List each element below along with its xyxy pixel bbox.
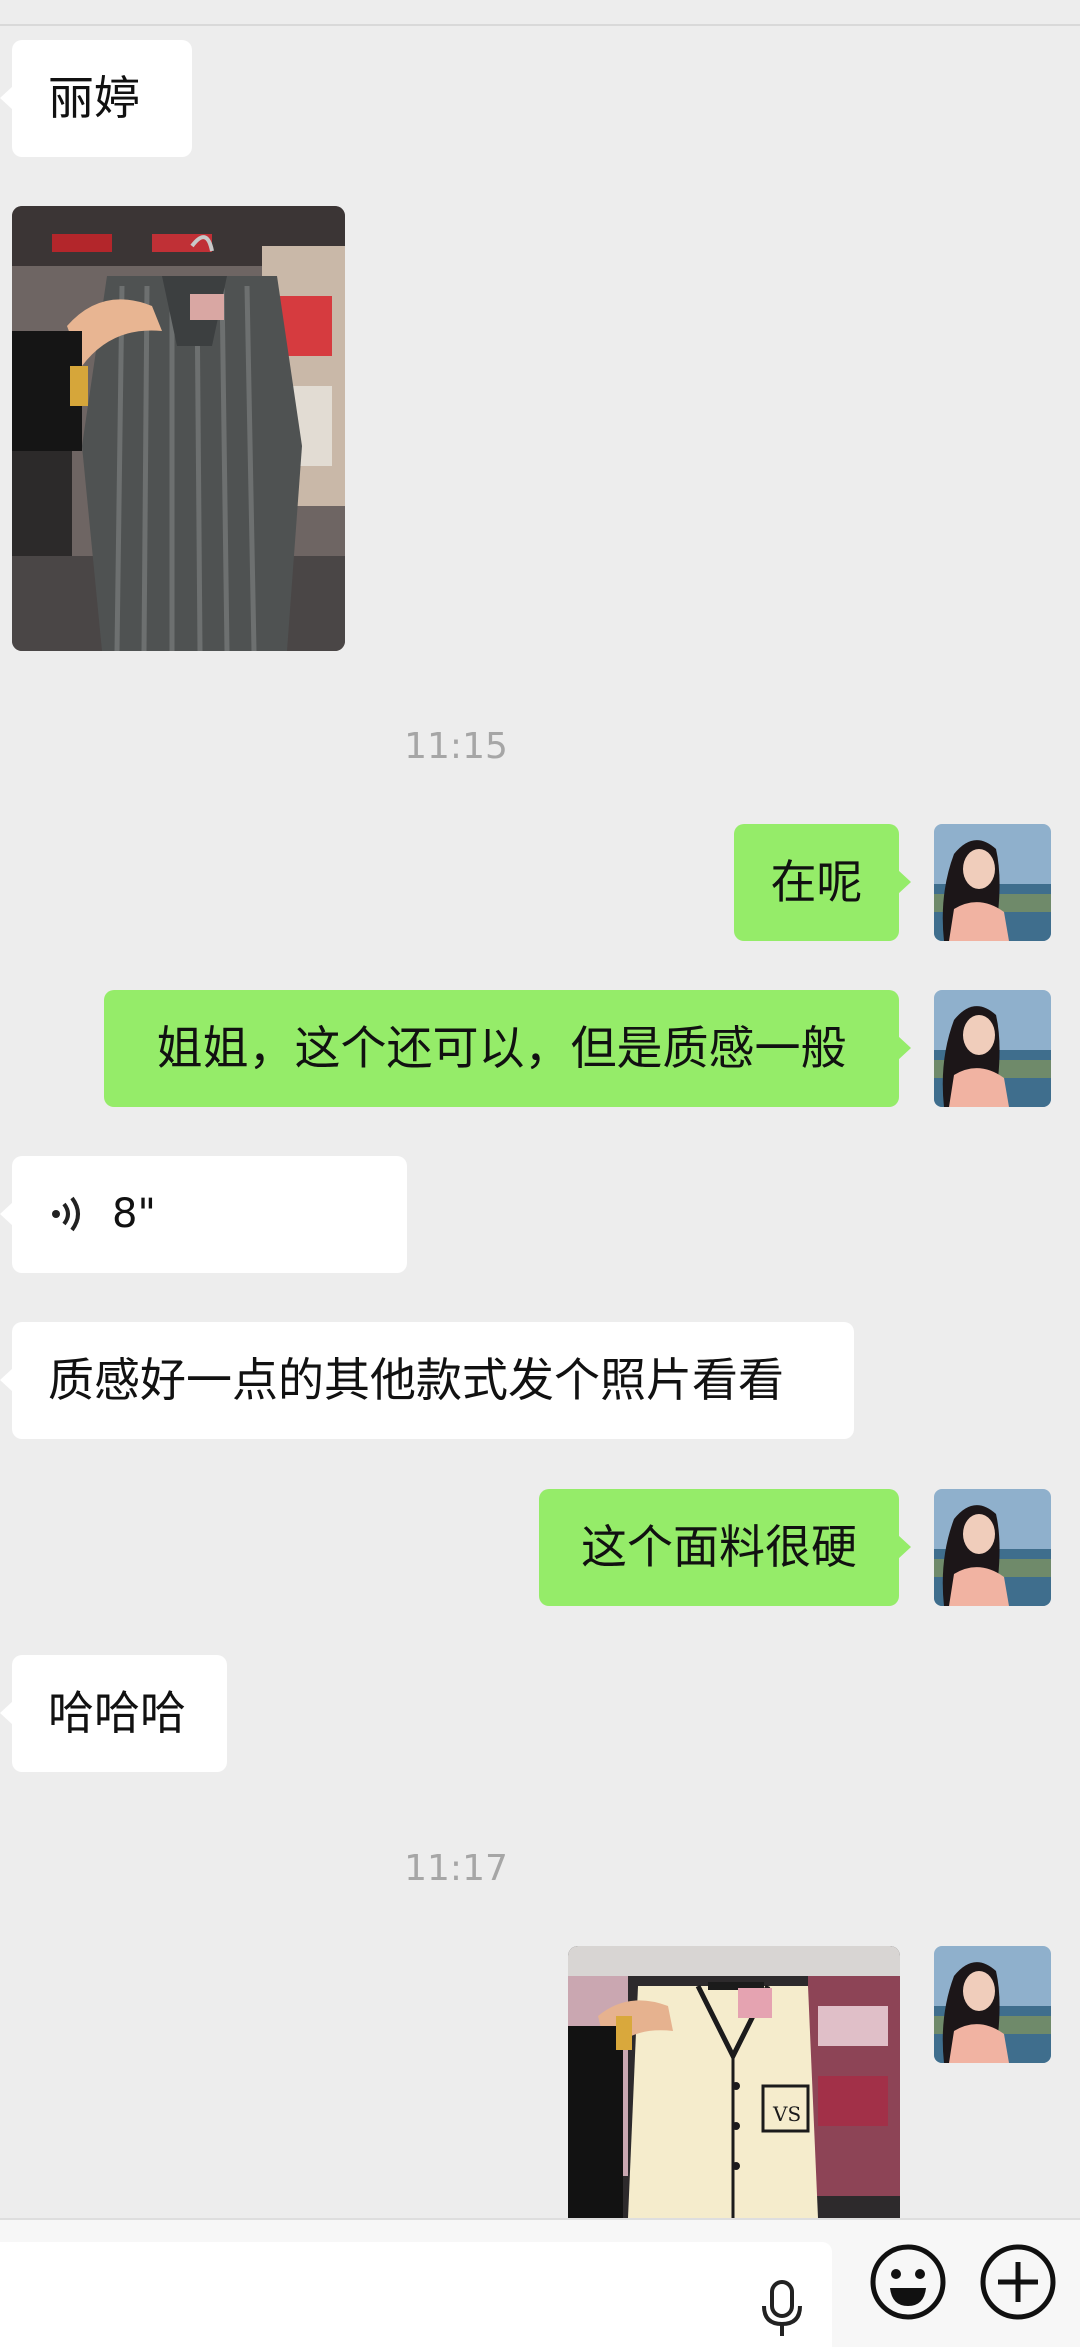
emoji-icon[interactable] xyxy=(868,2242,948,2322)
incoming-photo-message[interactable] xyxy=(12,206,345,651)
top-divider xyxy=(0,24,1080,26)
voice-wave-icon xyxy=(52,1196,80,1232)
incoming-message[interactable]: 哈哈哈 xyxy=(0,1655,227,1772)
user-avatar[interactable] xyxy=(934,1489,1051,1606)
outgoing-message[interactable]: 姐姐，这个还可以，但是质感一般 xyxy=(104,990,911,1107)
pajama-photo-image: VS xyxy=(568,1946,900,2218)
message-text: 在呢 xyxy=(770,855,863,909)
message-text: 姐姐，这个还可以，但是质感一般 xyxy=(156,1021,847,1075)
outgoing-message[interactable]: 在呢 xyxy=(734,824,911,941)
user-avatar[interactable] xyxy=(934,990,1051,1107)
outgoing-photo-message[interactable]: VS xyxy=(568,1946,900,2218)
plus-icon[interactable] xyxy=(978,2242,1058,2322)
message-text: 质感好一点的其他款式发个照片看看 xyxy=(48,1353,784,1407)
pajama-photo-image xyxy=(12,206,345,651)
voice-duration: 8" xyxy=(112,1191,156,1237)
user-avatar[interactable] xyxy=(934,824,1051,941)
incoming-voice-message[interactable]: 8" xyxy=(0,1156,407,1273)
incoming-message[interactable]: 丽婷 xyxy=(0,40,192,157)
message-text: 哈哈哈 xyxy=(48,1686,186,1740)
microphone-icon[interactable] xyxy=(758,2278,806,2338)
message-text: 丽婷 xyxy=(48,71,140,125)
chat-input-bar xyxy=(0,2218,1080,2347)
outgoing-message[interactable]: 这个面料很硬 xyxy=(539,1489,911,1606)
timestamp: 11:17 xyxy=(404,1848,508,1889)
svg-text:VS: VS xyxy=(772,2102,801,2126)
incoming-message[interactable]: 质感好一点的其他款式发个照片看看 xyxy=(0,1322,854,1439)
message-text: 这个面料很硬 xyxy=(581,1520,857,1574)
timestamp: 11:15 xyxy=(404,726,508,767)
message-input[interactable] xyxy=(0,2242,832,2347)
user-avatar[interactable] xyxy=(934,1946,1051,2063)
